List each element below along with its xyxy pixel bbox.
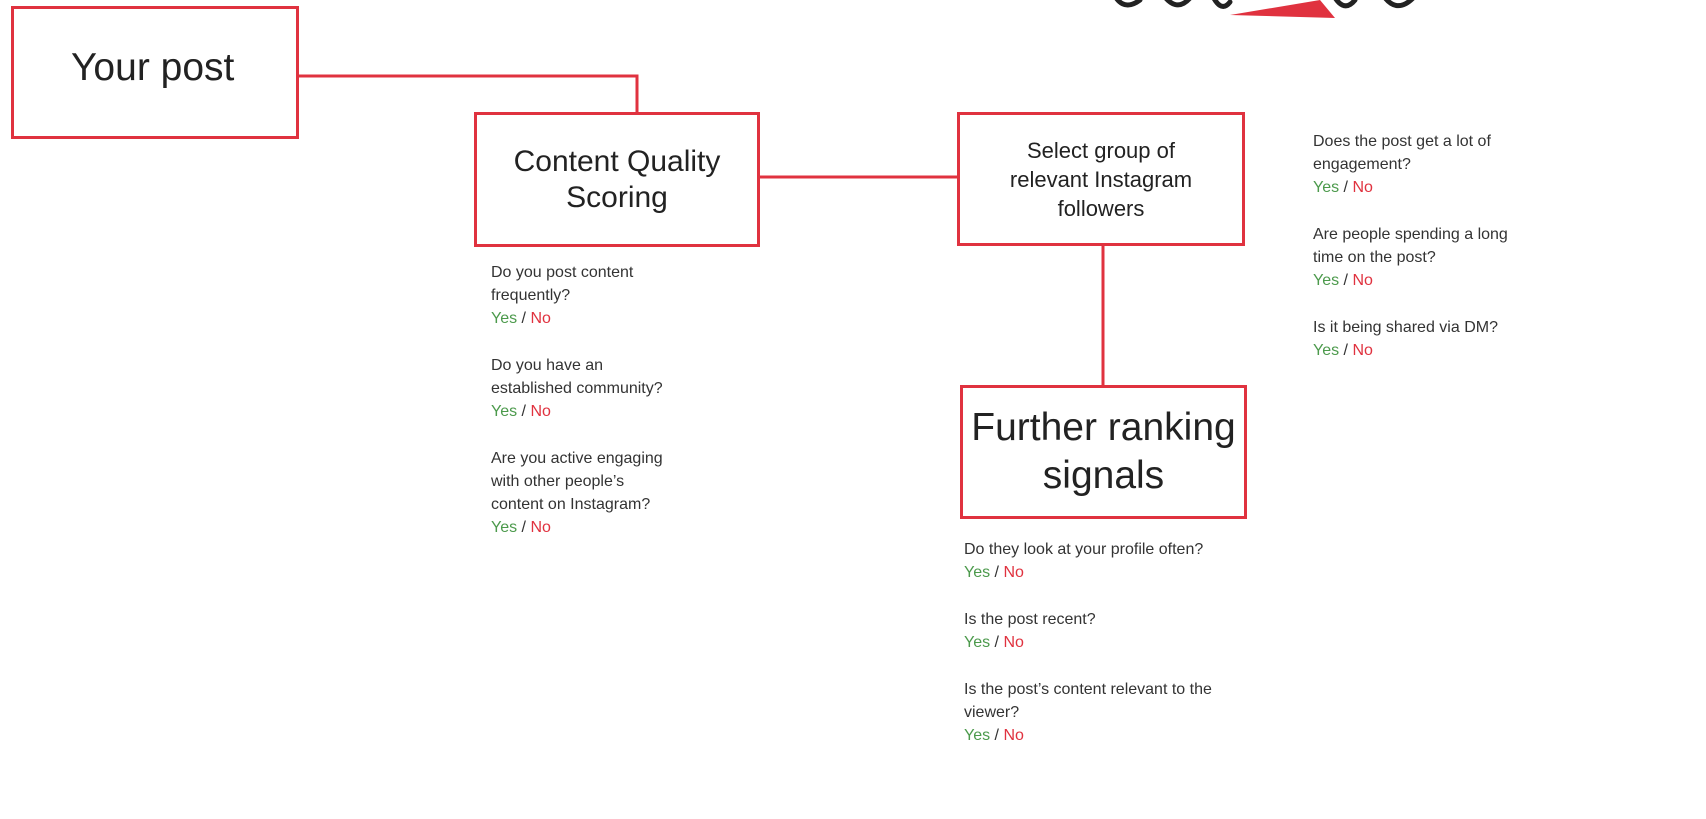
answer-yes: Yes bbox=[491, 403, 518, 420]
answer-no: No bbox=[1003, 564, 1024, 581]
questions-further-ranking: Do they look at your profile often? Yes … bbox=[964, 538, 1324, 771]
answer-no: No bbox=[530, 310, 551, 327]
answer-options: Yes / No bbox=[1313, 269, 1613, 292]
answer-options: Yes / No bbox=[1313, 339, 1613, 362]
question-text: Do they look at your profile often? bbox=[964, 541, 1204, 558]
answer-no: No bbox=[1352, 272, 1373, 289]
answer-options: Yes / No bbox=[1313, 176, 1613, 199]
node-further-ranking-signals: Further ranking signals bbox=[960, 385, 1247, 519]
answer-separator: / bbox=[1339, 272, 1353, 289]
node-select-group: Select group of relevant Instagram follo… bbox=[957, 112, 1245, 246]
answer-yes: Yes bbox=[491, 310, 518, 327]
answer-no: No bbox=[1003, 634, 1024, 651]
answer-no: No bbox=[1352, 342, 1373, 359]
answer-options: Yes / No bbox=[964, 561, 1324, 584]
questions-content-quality: Do you post content frequently? Yes / No… bbox=[491, 261, 751, 563]
question-item: Does the post get a lot of engagement? Y… bbox=[1313, 130, 1613, 199]
answer-separator: / bbox=[990, 634, 1004, 651]
questions-select-group: Does the post get a lot of engagement? Y… bbox=[1313, 130, 1613, 386]
answer-options: Yes / No bbox=[491, 516, 751, 539]
question-text: Does the post get a lot of engagement? bbox=[1313, 133, 1491, 173]
answer-separator: / bbox=[517, 519, 531, 536]
answer-options: Yes / No bbox=[491, 307, 751, 330]
answer-separator: / bbox=[517, 403, 531, 420]
answer-separator: / bbox=[1339, 342, 1353, 359]
answer-separator: / bbox=[990, 564, 1004, 581]
answer-no: No bbox=[530, 519, 551, 536]
answer-options: Yes / No bbox=[491, 400, 751, 423]
question-item: Do you post content frequently? Yes / No bbox=[491, 261, 751, 330]
question-text: Do you have an established community? bbox=[491, 357, 663, 397]
answer-options: Yes / No bbox=[964, 724, 1324, 747]
answer-no: No bbox=[1352, 179, 1373, 196]
question-item: Is the post’s content relevant to the vi… bbox=[964, 678, 1324, 747]
answer-yes: Yes bbox=[491, 519, 518, 536]
answer-yes: Yes bbox=[964, 634, 991, 651]
answer-no: No bbox=[530, 403, 551, 420]
question-text: Do you post content frequently? bbox=[491, 264, 634, 304]
node-content-quality-scoring: Content Quality Scoring bbox=[474, 112, 760, 247]
brand-logo bbox=[1114, 0, 1415, 18]
answer-yes: Yes bbox=[1313, 342, 1340, 359]
question-item: Is it being shared via DM? Yes / No bbox=[1313, 316, 1613, 362]
connector-post-to-quality bbox=[299, 74, 639, 112]
answer-yes: Yes bbox=[964, 564, 991, 581]
question-text: Are people spending a long time on the p… bbox=[1313, 226, 1508, 266]
question-text: Is the post recent? bbox=[964, 611, 1096, 628]
answer-options: Yes / No bbox=[964, 631, 1324, 654]
answer-yes: Yes bbox=[1313, 179, 1340, 196]
question-item: Are people spending a long time on the p… bbox=[1313, 223, 1613, 292]
question-item: Is the post recent? Yes / No bbox=[964, 608, 1324, 654]
answer-separator: / bbox=[517, 310, 531, 327]
question-item: Are you active engaging with other peopl… bbox=[491, 447, 751, 539]
question-text: Is it being shared via DM? bbox=[1313, 319, 1498, 336]
answer-no: No bbox=[1003, 727, 1024, 744]
question-text: Are you active engaging with other peopl… bbox=[491, 450, 663, 513]
node-your-post: Your post bbox=[11, 6, 299, 139]
answer-yes: Yes bbox=[1313, 272, 1340, 289]
answer-separator: / bbox=[990, 727, 1004, 744]
question-item: Do you have an established community? Ye… bbox=[491, 354, 751, 423]
answer-yes: Yes bbox=[964, 727, 991, 744]
question-text: Is the post’s content relevant to the vi… bbox=[964, 681, 1212, 721]
answer-separator: / bbox=[1339, 179, 1353, 196]
question-item: Do they look at your profile often? Yes … bbox=[964, 538, 1324, 584]
